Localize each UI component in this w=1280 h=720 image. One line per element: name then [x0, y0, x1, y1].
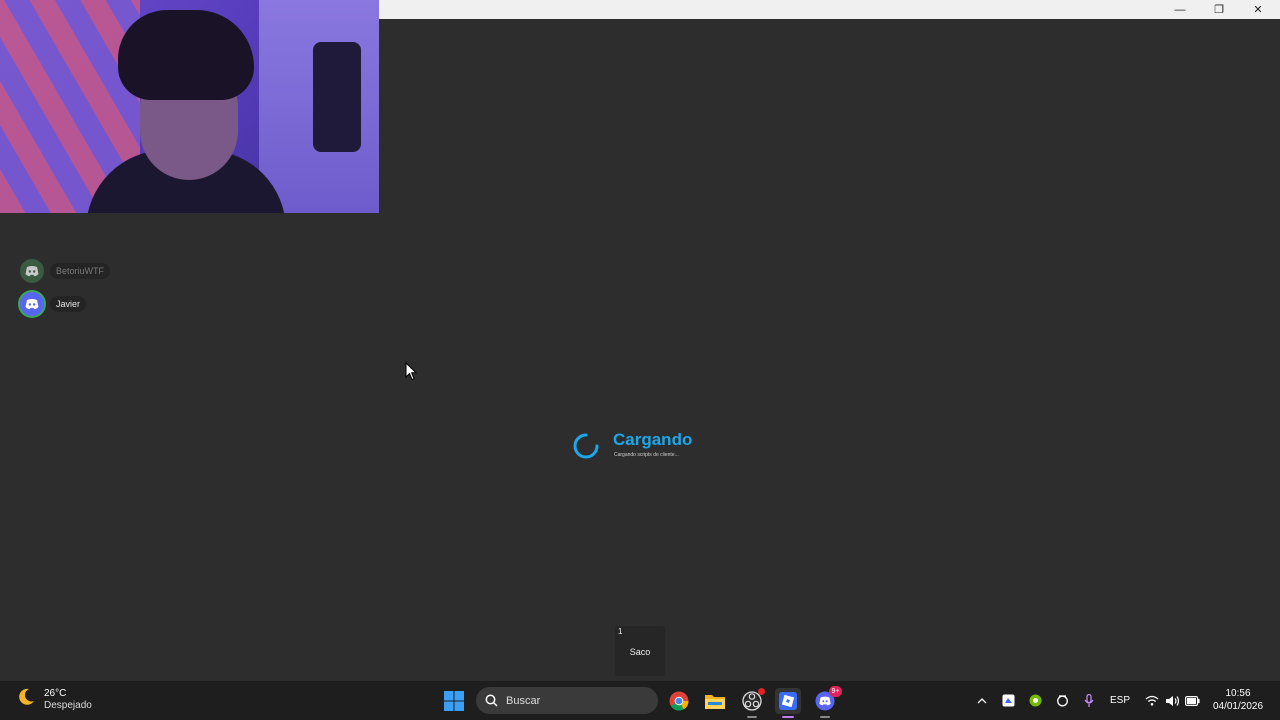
close-button[interactable]: ✕	[1239, 0, 1277, 19]
voice-user-name: Javier	[50, 296, 87, 312]
hotbar-slot-number: 1	[618, 627, 623, 636]
search-placeholder: Buscar	[506, 694, 541, 707]
taskbar: 26°C Despejado Buscar 9+ ESP 10:56 04/01…	[0, 681, 1280, 720]
running-indicator	[747, 716, 757, 718]
window-titlebar: — ❐ ✕	[379, 0, 1280, 19]
roblox-button[interactable]	[775, 688, 801, 718]
tray-nvidia-icon[interactable]	[1026, 681, 1044, 720]
chrome-button[interactable]	[666, 688, 692, 714]
mouse-cursor-icon	[405, 361, 418, 386]
webcam-clothes	[313, 42, 361, 152]
weather-temperature: 26°C	[44, 687, 67, 699]
discord-avatar-icon	[20, 259, 44, 283]
voice-user-name: BetoriuWTF	[50, 263, 111, 279]
obs-button[interactable]	[739, 688, 765, 718]
minimize-button[interactable]: —	[1161, 0, 1199, 19]
battery-icon[interactable]	[1183, 681, 1201, 720]
windows-start-icon	[444, 691, 464, 711]
recording-dot-icon	[758, 688, 765, 695]
clock-date: 04/01/2026	[1212, 701, 1264, 712]
webcam-overlay	[0, 0, 379, 213]
weather-widget[interactable]: 26°C Despejado	[16, 687, 92, 712]
moon-icon	[16, 687, 36, 712]
taskbar-clock[interactable]: 10:56 04/01/2026	[1208, 687, 1268, 713]
clock-time: 10:56	[1225, 688, 1251, 699]
volume-icon[interactable]	[1163, 681, 1181, 720]
weather-condition: Despejado	[44, 699, 92, 711]
chrome-icon	[669, 691, 689, 711]
language-indicator[interactable]: ESP	[1106, 681, 1134, 720]
wifi-icon[interactable]	[1143, 681, 1161, 720]
chevron-up-icon[interactable]	[974, 681, 990, 720]
windows-start-button[interactable]	[441, 688, 467, 714]
loading-subtitle: Cargando scripts de cliente...	[614, 452, 679, 458]
loading-title: Cargando	[613, 430, 693, 449]
search-icon	[485, 694, 498, 707]
roblox-icon	[779, 692, 797, 710]
maximize-button[interactable]: ❐	[1200, 0, 1238, 19]
taskbar-search[interactable]: Buscar	[476, 687, 658, 714]
notification-badge: 9+	[829, 686, 842, 697]
voice-user-betoriuwtf[interactable]: BetoriuWTF	[20, 259, 111, 283]
tray-sync-icon[interactable]	[1053, 681, 1071, 720]
loading-spinner-icon	[572, 432, 600, 460]
active-indicator	[782, 716, 794, 718]
running-indicator	[820, 716, 830, 718]
file-explorer-button[interactable]	[702, 688, 728, 714]
file-explorer-icon	[705, 695, 725, 709]
discord-avatar-icon	[20, 292, 44, 316]
hotbar-slot-label: Saco	[629, 647, 651, 657]
tray-app-icon[interactable]	[999, 681, 1017, 720]
hotbar-slot[interactable]: 1 Saco	[615, 626, 665, 676]
webcam-person-hair	[118, 10, 254, 100]
microphone-icon[interactable]	[1080, 681, 1098, 720]
voice-user-javier[interactable]: Javier	[20, 292, 87, 316]
discord-button[interactable]: 9+	[812, 686, 842, 718]
